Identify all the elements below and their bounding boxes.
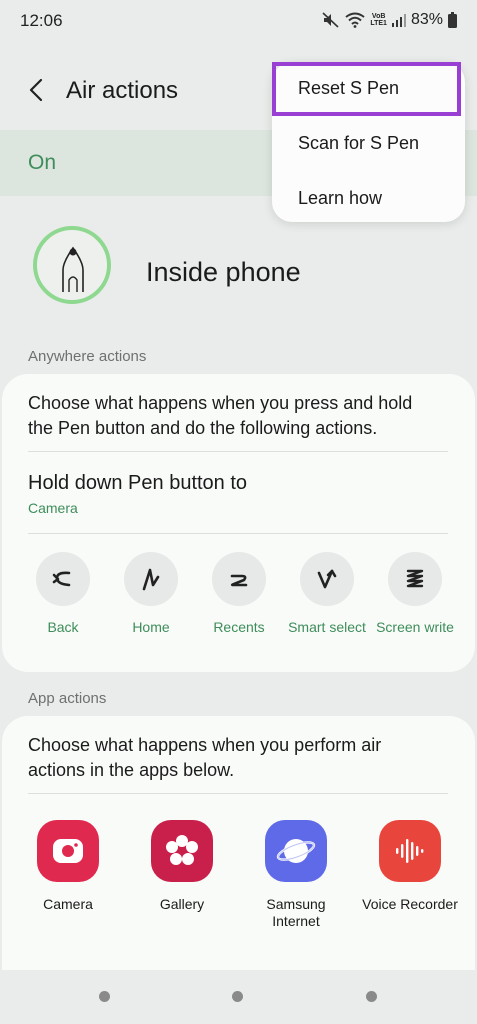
app-gallery[interactable]: Gallery [132, 820, 232, 913]
gesture-back-label: Back [47, 619, 79, 635]
gesture-recents-icon [230, 574, 248, 587]
divider [28, 533, 448, 534]
volte-label: VoB [371, 13, 386, 20]
wifi-icon [345, 12, 365, 28]
hold-pen-title: Hold down Pen button to [28, 472, 248, 494]
gesture-back-icon [52, 571, 71, 587]
volte-indicator: VoB LTE1 [370, 13, 387, 27]
pen-status: Inside phone [0, 222, 477, 322]
status-time: 12:06 [20, 11, 63, 30]
gesture-recents[interactable]: Recents [199, 552, 279, 636]
status-bar: 12:06 VoB LTE1 83% [0, 0, 477, 44]
camera-app-icon [37, 820, 99, 882]
battery-percent: 83% [410, 11, 443, 28]
battery-icon [448, 12, 457, 28]
nav-back-dot[interactable] [366, 991, 377, 1002]
gesture-recents-label: Recents [213, 619, 265, 635]
gesture-home-label: Home [132, 619, 170, 635]
app-gallery-label: Gallery [159, 896, 205, 912]
pen-status-ring [33, 226, 111, 304]
overflow-menu: Reset S Pen Scan for S Pen Learn how [272, 62, 465, 222]
anywhere-actions-description: Choose what happens when you press and h… [28, 393, 413, 438]
signal-icon [391, 14, 406, 27]
app-voice-recorder-label: Voice Recorder [362, 896, 458, 912]
menu-item-learn-how[interactable]: Learn how [298, 188, 382, 209]
samsung-internet-app-icon [265, 820, 327, 882]
menu-item-scan-for-s-pen[interactable]: Scan for S Pen [298, 133, 419, 154]
s-pen-icon [62, 246, 84, 292]
gesture-smart-select-icon [317, 569, 337, 589]
page-title: Air actions [66, 77, 179, 104]
gesture-home-icon [142, 568, 160, 591]
gesture-screen-write-label: Screen write [376, 619, 454, 635]
menu-item-reset-s-pen[interactable]: Reset S Pen [298, 78, 399, 99]
gesture-back[interactable]: Back [23, 552, 103, 636]
navigation-bar [0, 970, 477, 1024]
app-samsung-internet-label: Samsung Internet [266, 896, 326, 929]
app-actions-title: App actions [28, 690, 107, 707]
app-actions-description: Choose what happens when you perform air… [28, 735, 382, 780]
anywhere-actions-card: Choose what happens when you press and h… [2, 374, 475, 672]
gesture-screen-write-icon [406, 569, 424, 588]
app-voice-recorder[interactable]: Voice Recorder [360, 820, 460, 913]
lte-label: LTE1 [370, 20, 387, 27]
divider [28, 451, 448, 452]
hold-pen-value: Camera [28, 500, 78, 516]
app-camera-label: Camera [43, 896, 93, 912]
app-camera[interactable]: Camera [18, 820, 118, 913]
gesture-smart-select[interactable]: Smart select [287, 552, 367, 636]
app-actions-card: Choose what happens when you perform air… [2, 716, 475, 974]
pen-status-label: Inside phone [146, 257, 301, 287]
anywhere-actions-title: Anywhere actions [28, 348, 147, 365]
master-switch-label: On [28, 151, 57, 174]
app-samsung-internet[interactable]: Samsung Internet [246, 820, 346, 930]
divider [28, 793, 448, 794]
status-icons: VoB LTE1 83% [322, 11, 457, 29]
mute-icon [322, 12, 339, 28]
gesture-smart-select-label: Smart select [288, 619, 366, 635]
nav-home-dot[interactable] [232, 991, 243, 1002]
gallery-app-icon [151, 820, 213, 882]
voice-recorder-app-icon [379, 820, 441, 882]
gesture-home[interactable]: Home [111, 552, 191, 636]
nav-recents-dot[interactable] [99, 991, 110, 1002]
gesture-screen-write[interactable]: Screen write [375, 552, 455, 636]
back-arrow-icon[interactable] [26, 78, 48, 102]
